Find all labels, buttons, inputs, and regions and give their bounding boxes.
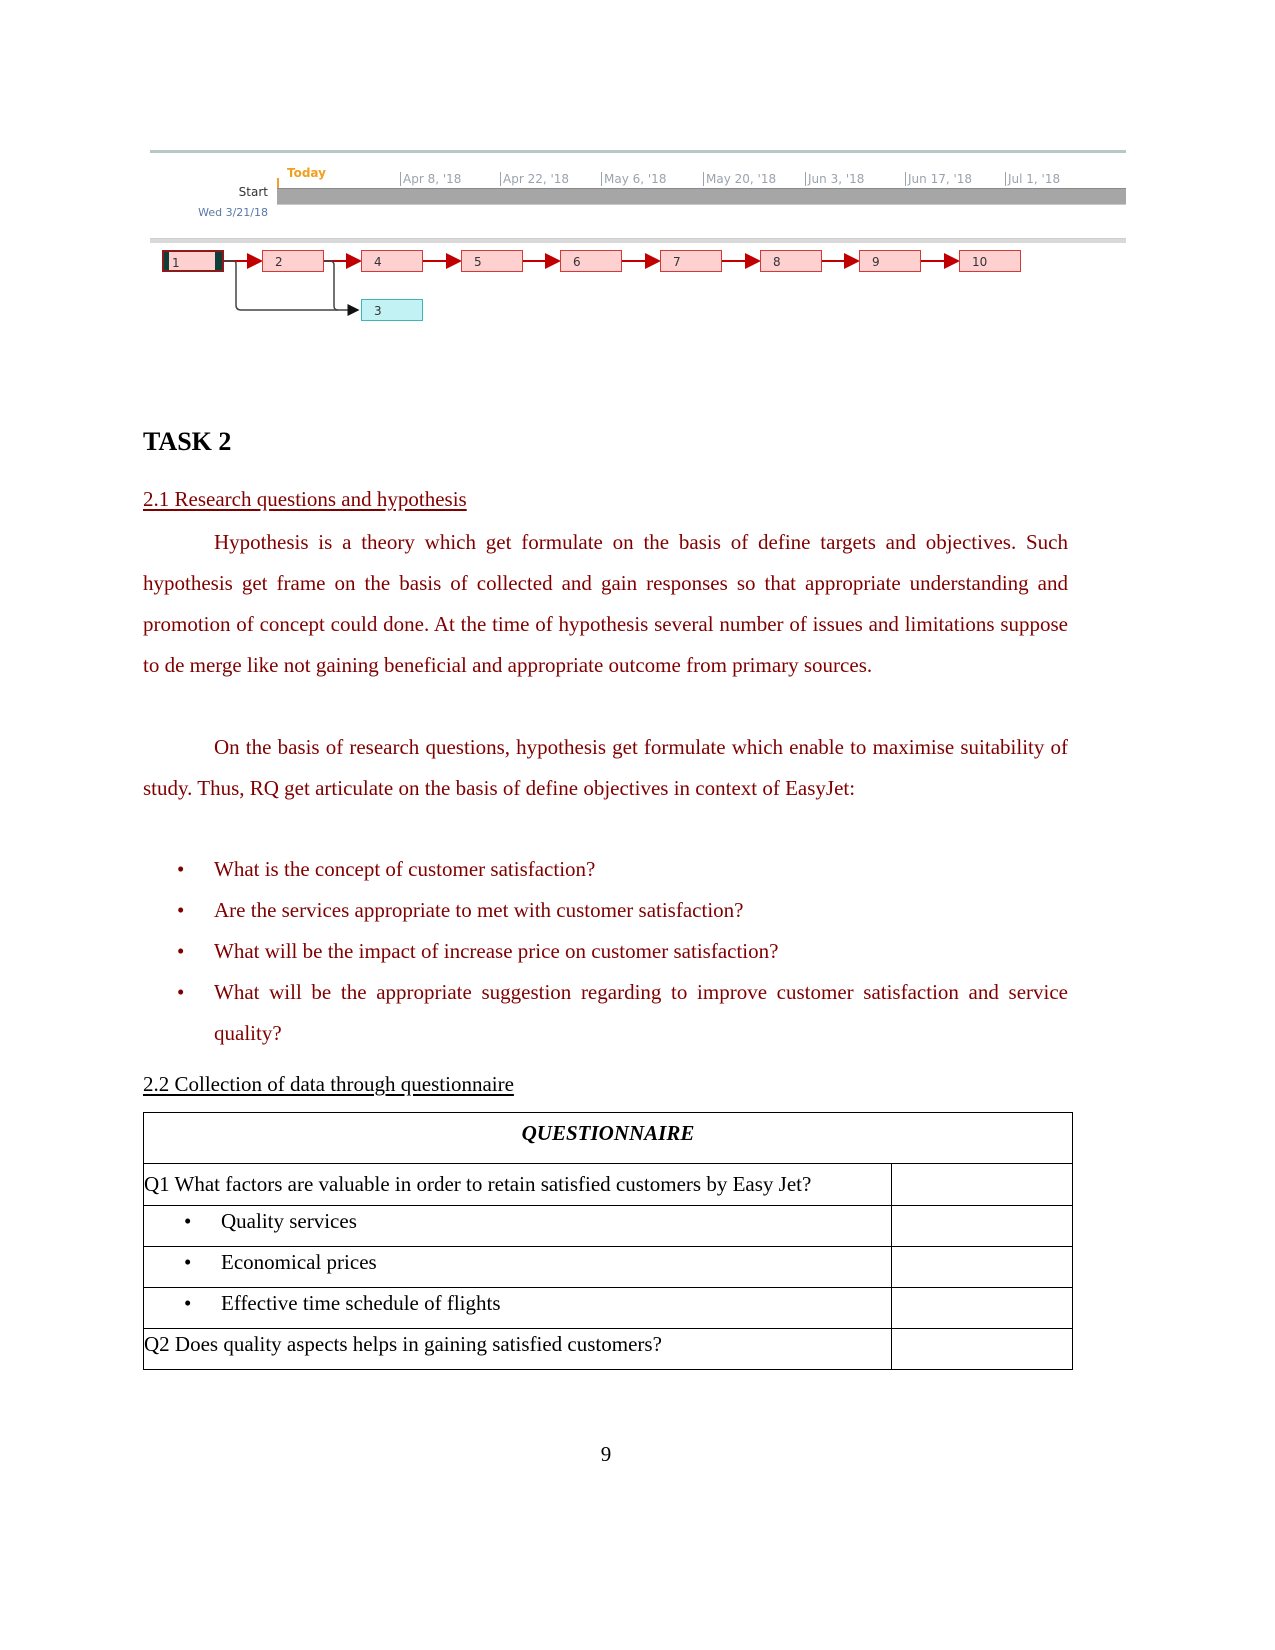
option-text: Quality services	[221, 1209, 357, 1233]
bullet-icon: •	[177, 939, 185, 963]
table-row: • Effective time schedule of flights	[143, 1287, 1074, 1329]
section-heading-2-1: 2.1 Research questions and hypothesis	[143, 487, 467, 511]
network-node-3: 3	[361, 299, 423, 321]
bullet-icon: •	[177, 898, 185, 922]
list-item: • Are the services appropriate to met wit…	[143, 890, 1068, 931]
timeline-bottom-border	[150, 238, 1126, 243]
option-text: Economical prices	[221, 1250, 377, 1274]
timeline-tick: Jul 1, '18	[1005, 172, 1060, 186]
paragraph-text: On the basis of research questions, hypo…	[143, 735, 1068, 800]
timeline-tick: Apr 8, '18	[400, 172, 461, 186]
timeline-tick: May 20, '18	[703, 172, 776, 186]
table-row: • Quality services	[143, 1205, 1074, 1247]
bullet-icon: •	[184, 1209, 192, 1233]
table-row: QUESTIONNAIRE	[143, 1112, 1073, 1164]
timeline-top-border	[150, 150, 1126, 153]
bullet-icon: •	[184, 1250, 192, 1274]
paragraph-hypothesis: Hypothesis is a theory which get formula…	[143, 522, 1068, 686]
network-node-9: 9	[859, 250, 921, 272]
table-row: • Economical prices	[143, 1246, 1074, 1288]
bullet-icon: •	[177, 857, 185, 881]
list-item: • What will be the impact of increase pri…	[143, 931, 1068, 972]
network-node-10: 10	[959, 250, 1021, 272]
option-text: Effective time schedule of flights	[221, 1291, 501, 1315]
list-item: • What will be the appropriate suggestion…	[143, 972, 1068, 1054]
list-item-text: What is the concept of customer satisfac…	[214, 857, 596, 881]
project-timeline: Today Apr 8, '18 Apr 22, '18 May 6, '18 …	[150, 150, 1126, 246]
question-1-option: • Effective time schedule of flights	[143, 1287, 892, 1329]
timeline-tick: Jun 17, '18	[905, 172, 972, 186]
answer-cell	[890, 1205, 1074, 1247]
timeline-start-date: Wed 3/21/18	[198, 206, 268, 219]
timeline-start-label: Start	[238, 185, 268, 199]
question-1-option: • Economical prices	[143, 1246, 892, 1288]
research-questions-list: • What is the concept of customer satisfa…	[143, 849, 1068, 1054]
network-node-5: 5	[461, 250, 523, 272]
paragraph-text: Hypothesis is a theory which get formula…	[143, 530, 1068, 677]
questionnaire-table: QUESTIONNAIRE Q1 What factors are valuab…	[143, 1112, 1074, 1370]
question-1: Q1 What factors are valuable in order to…	[143, 1163, 892, 1206]
network-node-2: 2	[262, 250, 324, 272]
page-number: 9	[600, 1442, 612, 1466]
paragraph-research-questions: On the basis of research questions, hypo…	[143, 727, 1068, 809]
network-node-6: 6	[560, 250, 622, 272]
question-1-option: • Quality services	[143, 1205, 892, 1247]
bullet-icon: •	[184, 1291, 192, 1315]
network-node-8: 8	[760, 250, 822, 272]
link-2-to-3	[324, 260, 339, 311]
timeline-tick: Apr 22, '18	[500, 172, 569, 186]
list-item-text: What will be the appropriate suggestion …	[214, 980, 1068, 1045]
bullet-icon: •	[177, 980, 185, 1004]
section-heading-2-2: 2.2 Collection of data through questionn…	[143, 1072, 514, 1096]
network-node-4: 4	[361, 250, 423, 272]
answer-cell	[890, 1287, 1074, 1329]
task-heading: TASK 2	[143, 427, 232, 456]
list-item: • What is the concept of customer satisfa…	[143, 849, 1068, 890]
question-2: Q2 Does quality aspects helps in gaining…	[143, 1328, 892, 1370]
list-item-text: What will be the impact of increase pric…	[214, 939, 779, 963]
network-node-7: 7	[660, 250, 722, 272]
network-diagram: 1 2 4 5 6 7 8 9 10 3	[150, 248, 1100, 348]
timeline-tick: Jun 3, '18	[805, 172, 864, 186]
list-item-text: Are the services appropriate to met with…	[214, 898, 744, 922]
network-node-1: 1	[162, 250, 224, 272]
questionnaire-title: QUESTIONNAIRE	[143, 1112, 1073, 1164]
answer-cell	[890, 1163, 1074, 1206]
timeline-tick: May 6, '18	[601, 172, 666, 186]
timeline-bar	[277, 188, 1126, 205]
table-row: Q1 What factors are valuable in order to…	[143, 1163, 1074, 1206]
answer-cell	[890, 1246, 1074, 1288]
table-row: Q2 Does quality aspects helps in gaining…	[143, 1328, 1074, 1370]
timeline-today-label: Today	[287, 166, 326, 180]
answer-cell	[890, 1328, 1074, 1370]
